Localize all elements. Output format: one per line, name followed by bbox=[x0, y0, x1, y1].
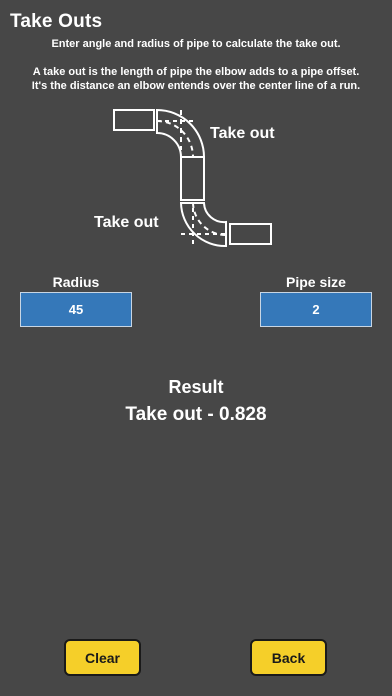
clear-button[interactable]: Clear bbox=[64, 639, 141, 676]
pipe-size-input[interactable]: 2 bbox=[260, 292, 372, 327]
bottom-elbow-centerline bbox=[192, 202, 227, 236]
top-elbow-centerline bbox=[156, 120, 194, 158]
back-button[interactable]: Back bbox=[250, 639, 327, 676]
result-value: Take out - 0.828 bbox=[125, 404, 267, 425]
radius-input[interactable]: 45 bbox=[20, 292, 132, 327]
top-pipe-segment bbox=[113, 109, 155, 131]
pipe-elbow-diagram: Take out Take out bbox=[94, 108, 275, 248]
takeout-label-bottom: Take out bbox=[94, 214, 159, 231]
pipe-size-label: Pipe size bbox=[286, 274, 346, 290]
bottom-elbow bbox=[179, 202, 227, 248]
takeout-label-top: Take out bbox=[210, 125, 275, 142]
radius-label: Radius bbox=[52, 274, 100, 290]
vertical-pipe-segment bbox=[180, 156, 205, 201]
bottom-pipe-segment bbox=[229, 223, 272, 245]
result-heading: Result bbox=[168, 377, 224, 397]
